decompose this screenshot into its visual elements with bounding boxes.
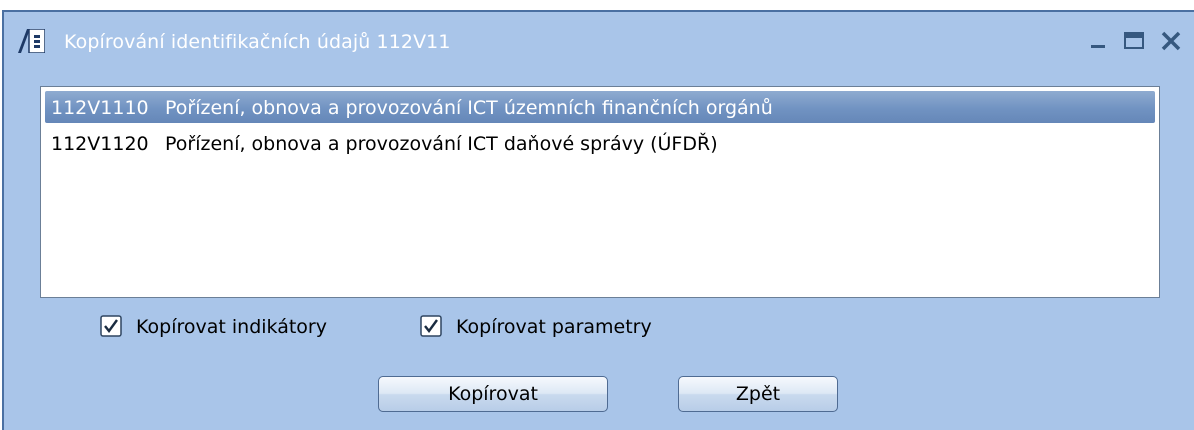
checkbox-checked-icon[interactable] (420, 315, 442, 337)
close-icon (1154, 31, 1188, 60)
copy-indicators-label: Kopírovat indikátory (136, 316, 327, 338)
close-button[interactable] (1154, 26, 1188, 56)
program-list[interactable]: 112V1110 Pořízení, obnova a provozování … (40, 86, 1160, 298)
list-item[interactable]: 112V1120 Pořízení, obnova a provozování … (45, 127, 1155, 159)
maximize-icon (1118, 32, 1152, 60)
copy-button[interactable]: Kopírovat (378, 376, 608, 412)
list-item-name: Pořízení, obnova a provozování ICT územn… (165, 97, 773, 119)
list-item-name: Pořízení, obnova a provozování ICT daňov… (165, 133, 718, 155)
list-item-code: 112V1110 (51, 97, 149, 119)
minimize-icon (1082, 41, 1116, 60)
minimize-button[interactable] (1082, 26, 1116, 56)
title-bar[interactable]: Kopírování identifikačních údajů 112V11 (4, 12, 1194, 72)
back-button[interactable]: Zpět (678, 376, 838, 412)
list-item[interactable]: 112V1110 Pořízení, obnova a provozování … (45, 91, 1155, 123)
app-window-icon (18, 28, 46, 54)
window-title: Kopírování identifikačních údajů 112V11 (64, 31, 451, 53)
copy-dialog-window: Kopírování identifikačních údajů 112V11 (2, 10, 1194, 430)
list-item-code: 112V1120 (51, 133, 149, 155)
maximize-button[interactable] (1118, 26, 1152, 56)
checkbox-checked-icon[interactable] (100, 315, 122, 337)
copy-parameters-label: Kopírovat parametry (456, 316, 652, 338)
